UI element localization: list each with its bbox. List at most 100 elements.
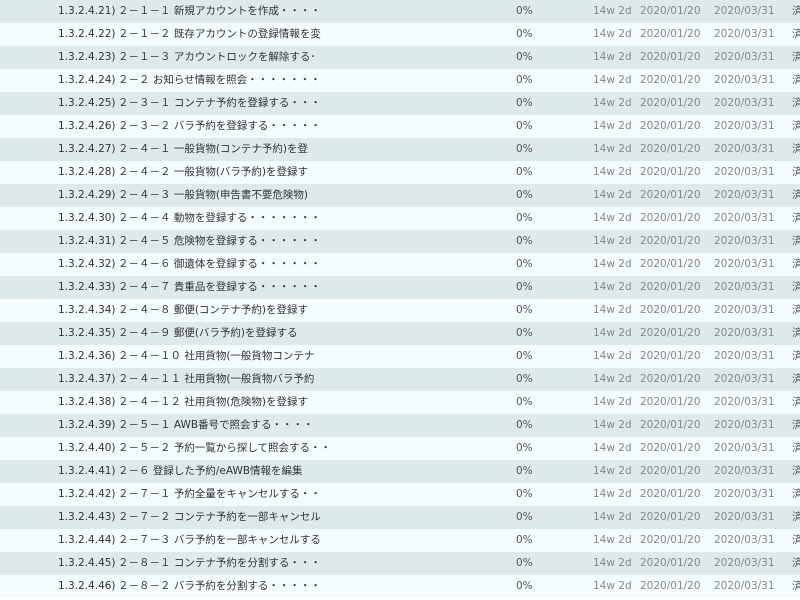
task-id: 1.3.2.4.38) bbox=[58, 396, 116, 408]
task-duration: 14w 2d bbox=[593, 488, 632, 500]
task-progress: 0% bbox=[516, 189, 533, 201]
task-row[interactable]: 1.3.2.4.26) ２－３－２ バラ予約を登録する・・・・・ 0% 14w 2d 2… bbox=[0, 115, 800, 138]
task-next-column: 済 bbox=[792, 373, 800, 385]
task-progress: 0% bbox=[516, 511, 533, 523]
task-duration: 14w 2d bbox=[593, 442, 632, 454]
task-name: ２－４－９ 郵便(バラ予約)を登録する bbox=[118, 327, 298, 339]
task-progress: 0% bbox=[516, 327, 533, 339]
task-row[interactable]: 1.3.2.4.22) ２－１－２ 既存アカウントの登録情報を変 0% 14w 2d 2… bbox=[0, 23, 800, 46]
task-end-date: 2020/03/31 bbox=[714, 97, 775, 109]
task-name: ２－８－２ バラ予約を分割する・・・・・ bbox=[118, 580, 321, 592]
task-start-date: 2020/01/20 bbox=[640, 304, 701, 316]
task-start-date: 2020/01/20 bbox=[640, 281, 701, 293]
task-end-date: 2020/03/31 bbox=[714, 143, 775, 155]
task-progress: 0% bbox=[516, 120, 533, 132]
task-end-date: 2020/03/31 bbox=[714, 350, 775, 362]
task-duration: 14w 2d bbox=[593, 143, 632, 155]
task-progress: 0% bbox=[516, 97, 533, 109]
task-progress: 0% bbox=[516, 28, 533, 40]
task-next-column: 済 bbox=[792, 534, 800, 546]
task-duration: 14w 2d bbox=[593, 235, 632, 247]
task-row[interactable]: 1.3.2.4.44) ２－７－３ バラ予約を一部キャンセルする 0% 14w 2d 2… bbox=[0, 529, 800, 552]
task-progress: 0% bbox=[516, 258, 533, 270]
task-start-date: 2020/01/20 bbox=[640, 488, 701, 500]
task-progress: 0% bbox=[516, 212, 533, 224]
task-row[interactable]: 1.3.2.4.29) ２－４－３ 一般貨物(申告書不要危険物) 0% 14w 2d 2… bbox=[0, 184, 800, 207]
task-next-column: 済 bbox=[792, 166, 800, 178]
task-duration: 14w 2d bbox=[593, 51, 632, 63]
task-row[interactable]: 1.3.2.4.25) ２－３－１ コンテナ予約を登録する・・・ 0% 14w 2d 2… bbox=[0, 92, 800, 115]
task-duration: 14w 2d bbox=[593, 212, 632, 224]
task-row[interactable]: 1.3.2.4.45) ２－８－１ コンテナ予約を分割する・・・ 0% 14w 2d 2… bbox=[0, 552, 800, 575]
task-row[interactable]: 1.3.2.4.46) ２－８－２ バラ予約を分割する・・・・・ 0% 14w 2d 2… bbox=[0, 575, 800, 598]
task-progress: 0% bbox=[516, 5, 533, 17]
task-row[interactable]: 1.3.2.4.37) ２－４－１１ 社用貨物(一般貨物バラ予約 0% 14w 2d 2… bbox=[0, 368, 800, 391]
task-table: 1.3.2.4.21) ２－１－１ 新規アカウントを作成・・・・ 0% 14w 2d 2… bbox=[0, 0, 800, 600]
task-row[interactable]: 1.3.2.4.27) ２－４－１ 一般貨物(コンテナ予約)を登 0% 14w 2d 2… bbox=[0, 138, 800, 161]
task-duration: 14w 2d bbox=[593, 258, 632, 270]
task-row[interactable]: 1.3.2.4.31) ２－４－５ 危険物を登録する・・・・・・ 0% 14w 2d 2… bbox=[0, 230, 800, 253]
task-id: 1.3.2.4.35) bbox=[58, 327, 116, 339]
task-row[interactable]: 1.3.2.4.40) ２－５－２ 予約一覧から探して照会する・・ 0% 14w 2d… bbox=[0, 437, 800, 460]
task-next-column: 済 bbox=[792, 212, 800, 224]
task-progress: 0% bbox=[516, 51, 533, 63]
task-id: 1.3.2.4.22) bbox=[58, 28, 116, 40]
task-next-column: 済 bbox=[792, 580, 800, 592]
task-row[interactable]: 1.3.2.4.32) ２－４－６ 御遺体を登録する・・・・・・ 0% 14w 2d 2… bbox=[0, 253, 800, 276]
task-id: 1.3.2.4.40) bbox=[58, 442, 116, 454]
task-row[interactable]: 1.3.2.4.28) ２－４－２ 一般貨物(バラ予約)を登録す 0% 14w 2d 2… bbox=[0, 161, 800, 184]
task-duration: 14w 2d bbox=[593, 5, 632, 17]
task-end-date: 2020/03/31 bbox=[714, 396, 775, 408]
task-next-column: 済 bbox=[792, 350, 800, 362]
task-id: 1.3.2.4.24) bbox=[58, 74, 116, 86]
task-row[interactable]: 1.3.2.4.21) ２－１－１ 新規アカウントを作成・・・・ 0% 14w 2d 2… bbox=[0, 0, 800, 23]
task-end-date: 2020/03/31 bbox=[714, 166, 775, 178]
task-duration: 14w 2d bbox=[593, 281, 632, 293]
task-end-date: 2020/03/31 bbox=[714, 580, 775, 592]
task-name: ２－４－３ 一般貨物(申告書不要危険物) bbox=[118, 189, 309, 201]
task-row[interactable]: 1.3.2.4.30) ２－４－４ 動物を登録する・・・・・・・ 0% 14w 2d 2… bbox=[0, 207, 800, 230]
task-duration: 14w 2d bbox=[593, 304, 632, 316]
task-name: ２－７－２ コンテナ予約を一部キャンセル bbox=[118, 511, 321, 523]
task-duration: 14w 2d bbox=[593, 465, 632, 477]
task-end-date: 2020/03/31 bbox=[714, 235, 775, 247]
task-duration: 14w 2d bbox=[593, 97, 632, 109]
task-row[interactable]: 1.3.2.4.33) ２－４－７ 貴重品を登録する・・・・・・ 0% 14w 2d 2… bbox=[0, 276, 800, 299]
task-duration: 14w 2d bbox=[593, 120, 632, 132]
task-name: ２－１－１ 新規アカウントを作成・・・・ bbox=[118, 5, 321, 17]
task-progress: 0% bbox=[516, 465, 533, 477]
task-row[interactable]: 1.3.2.4.42) ２－７－１ 予約全量をキャンセルする・・ 0% 14w 2d 2… bbox=[0, 483, 800, 506]
task-start-date: 2020/01/20 bbox=[640, 120, 701, 132]
task-progress: 0% bbox=[516, 419, 533, 431]
task-next-column: 済 bbox=[792, 281, 800, 293]
task-row[interactable]: 1.3.2.4.35) ２－４－９ 郵便(バラ予約)を登録する 0% 14w 2d 20… bbox=[0, 322, 800, 345]
task-next-column: 済 bbox=[792, 557, 800, 569]
task-duration: 14w 2d bbox=[593, 189, 632, 201]
task-progress: 0% bbox=[516, 557, 533, 569]
task-row[interactable]: 1.3.2.4.38) ２－４－１２ 社用貨物(危険物)を登録す 0% 14w 2d 2… bbox=[0, 391, 800, 414]
task-row[interactable]: 1.3.2.4.24) ２－２ お知らせ情報を照会・・・・・・・ 0% 14w 2d 2… bbox=[0, 69, 800, 92]
task-next-column: 済 bbox=[792, 258, 800, 270]
task-start-date: 2020/01/20 bbox=[640, 189, 701, 201]
task-next-column: 済 bbox=[792, 189, 800, 201]
task-progress: 0% bbox=[516, 580, 533, 592]
task-start-date: 2020/01/20 bbox=[640, 212, 701, 224]
task-duration: 14w 2d bbox=[593, 396, 632, 408]
task-progress: 0% bbox=[516, 488, 533, 500]
task-next-column: 済 bbox=[792, 465, 800, 477]
task-id: 1.3.2.4.39) bbox=[58, 419, 116, 431]
task-id: 1.3.2.4.25) bbox=[58, 97, 116, 109]
task-row[interactable]: 1.3.2.4.43) ２－７－２ コンテナ予約を一部キャンセル 0% 14w 2d 2… bbox=[0, 506, 800, 529]
task-progress: 0% bbox=[516, 166, 533, 178]
task-name: ２－１－３ アカウントロックを解除する･ bbox=[118, 51, 316, 63]
task-row[interactable]: 1.3.2.4.39) ２－５－１ AWB番号で照会する・・・・ 0% 14w 2d 2… bbox=[0, 414, 800, 437]
task-row[interactable]: 1.3.2.4.34) ２－４－８ 郵便(コンテナ予約)を登録す 0% 14w 2d 2… bbox=[0, 299, 800, 322]
task-name: ２－４－１２ 社用貨物(危険物)を登録す bbox=[118, 396, 309, 408]
task-start-date: 2020/01/20 bbox=[640, 580, 701, 592]
task-row[interactable]: 1.3.2.4.41) ２－６ 登録した予約/eAWB情報を編集 0% 14w 2d 2… bbox=[0, 460, 800, 483]
task-row[interactable]: 1.3.2.4.36) ２－４－１０ 社用貨物(一般貨物コンテナ 0% 14w 2d 2… bbox=[0, 345, 800, 368]
task-end-date: 2020/03/31 bbox=[714, 557, 775, 569]
task-progress: 0% bbox=[516, 373, 533, 385]
task-start-date: 2020/01/20 bbox=[640, 166, 701, 178]
task-row[interactable]: 1.3.2.4.23) ２－１－３ アカウントロックを解除する･ 0% 14w 2d 2… bbox=[0, 46, 800, 69]
